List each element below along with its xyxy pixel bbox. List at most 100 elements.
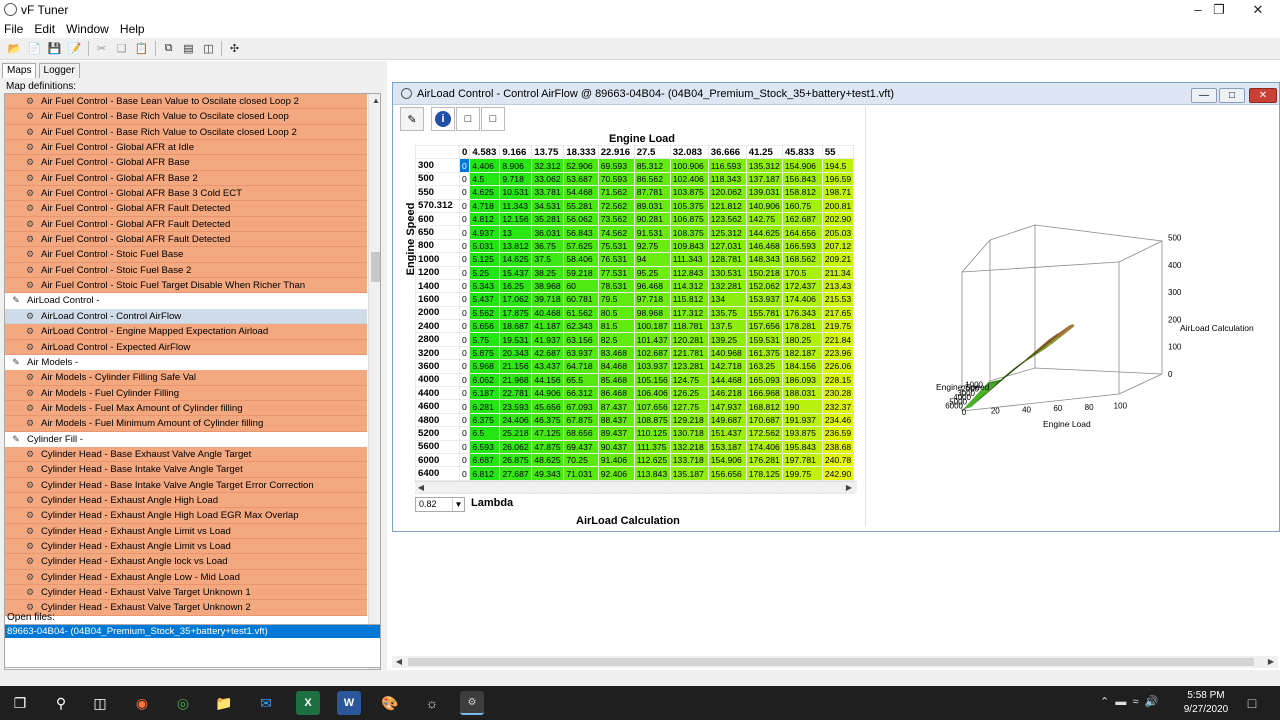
map-item[interactable]: ⚙ AirLoad Control - Control AirFlow: [5, 308, 367, 325]
table-cell[interactable]: 186.093: [781, 372, 823, 388]
table-cell[interactable]: 67.093: [563, 399, 599, 414]
table-cell[interactable]: 0: [458, 412, 471, 428]
table-cell[interactable]: 105.156: [633, 372, 671, 388]
table-cell[interactable]: 73.562: [597, 211, 635, 227]
table-cell[interactable]: 0: [458, 185, 471, 200]
table-cell[interactable]: 60.781: [563, 292, 599, 307]
tile-vertical-icon[interactable]: ◫: [201, 41, 216, 56]
table-cell[interactable]: 77.531: [597, 265, 635, 280]
save-icon[interactable]: 💾: [47, 41, 62, 56]
table-cell[interactable]: 176.281: [745, 452, 783, 468]
scroll-right-icon[interactable]: ▶: [1264, 656, 1278, 668]
table-cell[interactable]: 61.562: [563, 305, 599, 321]
table-cell[interactable]: 112.625: [633, 452, 671, 468]
table-cell[interactable]: 135.312: [745, 158, 783, 173]
table-cell[interactable]: 0: [458, 211, 471, 227]
close-button[interactable]: ✕: [1238, 0, 1278, 20]
table-cell[interactable]: 150.218: [745, 265, 783, 280]
table-cell[interactable]: 4.812: [469, 211, 501, 227]
table-cell[interactable]: 41.187: [531, 319, 565, 334]
table-cell[interactable]: 184.156: [781, 359, 823, 374]
table-cell[interactable]: 6.593: [469, 439, 501, 454]
table-cell[interactable]: 10.531: [499, 185, 533, 200]
table-cell[interactable]: 174.406: [781, 292, 823, 307]
table-cell[interactable]: 38.25: [531, 265, 565, 280]
table-cell[interactable]: 0: [458, 305, 471, 321]
table-cell[interactable]: 27.687: [499, 466, 533, 481]
menu-window[interactable]: Window: [62, 20, 113, 36]
table-cell[interactable]: 0: [458, 278, 471, 294]
table-cell[interactable]: 66.312: [563, 386, 599, 401]
map-item[interactable]: ⚙ Air Models - Fuel Cylinder Filling: [5, 385, 367, 401]
table-cell[interactable]: 9.718: [499, 171, 533, 187]
table-cell[interactable]: 74.562: [597, 225, 635, 240]
table-cell[interactable]: 40.468: [531, 305, 565, 321]
table-cell[interactable]: 0: [458, 386, 471, 401]
table-cell[interactable]: 75.531: [597, 238, 635, 254]
table-cell[interactable]: 114.312: [669, 278, 709, 294]
table-cell[interactable]: 5.437: [469, 292, 501, 307]
table-cell[interactable]: 197.781: [781, 452, 823, 468]
vf-tuner-taskbar-icon[interactable]: ⚙: [460, 691, 484, 715]
map-group[interactable]: ✎ AirLoad Control -: [5, 293, 367, 309]
table-cell[interactable]: 56.062: [563, 211, 599, 227]
map-item[interactable]: ⚙ Air Fuel Control - Stoic Fuel Base: [5, 247, 367, 263]
task-view-icon[interactable]: ◫: [88, 691, 112, 715]
map-item[interactable]: ⚙ Cylinder Head - Exhaust Angle Limit vs …: [5, 523, 367, 539]
cut-icon[interactable]: ✂: [94, 41, 109, 56]
table-cell[interactable]: 149.687: [707, 412, 747, 428]
table-cell[interactable]: 205.03: [821, 225, 855, 240]
table-cell[interactable]: 170.5: [781, 265, 823, 280]
table-cell[interactable]: 102.687: [633, 345, 671, 361]
scroll-left-icon[interactable]: ◀: [392, 656, 406, 668]
system-clock[interactable]: 5:58 PM 9/27/2020: [1181, 689, 1231, 717]
map-item[interactable]: ⚙ Air Fuel Control - Stoic Fuel Base 2: [5, 262, 367, 279]
table-cell[interactable]: 94: [633, 252, 671, 267]
table-cell[interactable]: 196.59: [821, 171, 855, 187]
map-item[interactable]: ⚙ Cylinder Head - Base Exhaust Valve Angl…: [5, 446, 367, 463]
table-cell[interactable]: 123.281: [669, 359, 709, 374]
file-explorer-icon[interactable]: 📁: [212, 691, 236, 715]
table-cell[interactable]: 46.375: [531, 412, 565, 428]
table-cell[interactable]: 202.90: [821, 211, 855, 227]
table-cell[interactable]: 111.343: [669, 252, 709, 267]
table-cell[interactable]: 188.031: [781, 386, 823, 401]
table-cell[interactable]: 211.34: [821, 265, 855, 280]
table-cell[interactable]: 5.75: [469, 332, 501, 347]
table-cell[interactable]: 0: [458, 319, 471, 334]
table-cell[interactable]: 106.875: [669, 211, 709, 227]
table-cell[interactable]: 148.343: [745, 252, 783, 267]
table-cell[interactable]: 134: [707, 292, 747, 307]
table-cell[interactable]: 56.843: [563, 225, 599, 240]
table-cell[interactable]: 117.312: [669, 305, 709, 321]
table-cell[interactable]: 137.187: [745, 171, 783, 187]
table-cell[interactable]: 25.218: [499, 426, 533, 441]
map-item[interactable]: ⚙ Air Fuel Control - Base Rich Value to O…: [5, 109, 367, 125]
table-cell[interactable]: 172.437: [781, 278, 823, 294]
table-cell[interactable]: 215.53: [821, 292, 855, 307]
table-cell[interactable]: 113.843: [633, 466, 671, 481]
table-cell[interactable]: 182.187: [781, 345, 823, 361]
table-cell[interactable]: 156.843: [781, 171, 823, 187]
table-cell[interactable]: 0: [458, 292, 471, 307]
table-cell[interactable]: 33.781: [531, 185, 565, 200]
map-item[interactable]: ⚙ Cylinder Head - Exhaust Angle High Load…: [5, 508, 367, 524]
palette-icon[interactable]: ✎: [400, 107, 424, 131]
table-cell[interactable]: 158.812: [781, 185, 823, 200]
table-cell[interactable]: 90.281: [633, 211, 671, 227]
table-cell[interactable]: 36.031: [531, 225, 565, 240]
table-cell[interactable]: 140.968: [707, 345, 747, 361]
table-cell[interactable]: 207.12: [821, 238, 855, 254]
table-cell[interactable]: 4.5: [469, 171, 501, 187]
table-cell[interactable]: 161.375: [745, 345, 783, 361]
table-cell[interactable]: 108.875: [633, 412, 671, 428]
table-cell[interactable]: 194.5: [821, 158, 855, 173]
map-item[interactable]: ⚙ Air Fuel Control - Global AFR Base: [5, 155, 367, 171]
notification-icon[interactable]: □: [1240, 691, 1264, 715]
system-tray[interactable]: ⌃ ▬ ≈ 🔊: [1100, 695, 1158, 708]
table-cell[interactable]: 111.375: [633, 439, 671, 454]
table-cell[interactable]: 219.75: [821, 319, 855, 334]
table-cell[interactable]: 19.531: [499, 332, 533, 347]
table-cell[interactable]: 125.312: [707, 225, 747, 240]
map-item[interactable]: ⚙ Cylinder Head - Exhaust Valve Target Un…: [5, 585, 367, 601]
